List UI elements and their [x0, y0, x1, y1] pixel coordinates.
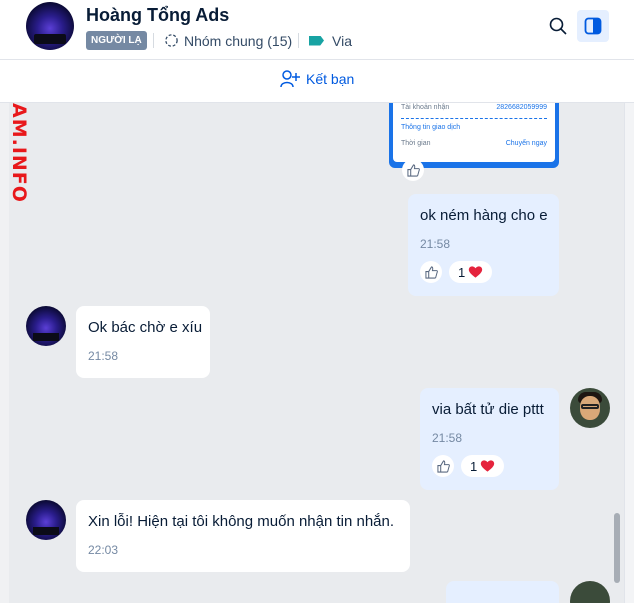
label-tag-text: Via [332, 32, 352, 49]
conversation-info-button[interactable] [577, 10, 609, 42]
transaction-section-label: Thông tin giao dịch [401, 124, 461, 131]
search-button[interactable] [542, 10, 574, 42]
contact-avatar[interactable] [26, 500, 66, 540]
message-bubble[interactable]: Ok bác chờ e xíu 21:58 [76, 306, 210, 378]
message-text: ok ném hàng cho e [420, 207, 548, 224]
message-time: 21:58 [432, 431, 463, 445]
contact-avatar[interactable] [26, 2, 74, 50]
scrollbar[interactable] [614, 513, 620, 583]
like-button[interactable] [402, 159, 424, 181]
contact-avatar[interactable] [26, 306, 66, 346]
time-value: Chuyển ngay [505, 140, 547, 147]
label-tag[interactable]: Via [309, 31, 352, 50]
message-bubble[interactable]: Xin lỗi! Hiện tại tôi không muốn nhận ti… [76, 500, 410, 572]
like-icon [424, 265, 438, 279]
my-avatar[interactable] [570, 388, 610, 428]
contact-name[interactable]: Hoàng Tổng Ads [86, 5, 229, 26]
message-list[interactable]: AM.INFO Tài khoản nhận 2826682059999 Thô… [0, 103, 634, 603]
chat-header: Hoàng Tổng Ads NGƯỜI LẠ Nhóm chung (15) … [0, 0, 634, 60]
reaction-row: 1 [432, 455, 505, 477]
transfer-screenshot-content: Tài khoản nhận 2826682059999 Thông tin g… [393, 103, 555, 162]
like-button[interactable] [420, 261, 442, 283]
add-friend-bar: Kết bạn [0, 60, 634, 103]
panel-toggle-icon [584, 17, 602, 35]
like-icon [406, 163, 420, 177]
add-friend-label: Kết bạn [306, 71, 355, 87]
dashed-divider [401, 118, 547, 119]
add-friend-button[interactable]: Kết bạn [280, 70, 354, 88]
heart-reaction[interactable]: 1 [449, 261, 493, 283]
message-bubble[interactable] [446, 581, 559, 603]
account-value: 2826682059999 [496, 104, 547, 111]
like-icon [436, 459, 450, 473]
divider [298, 33, 299, 48]
heart-icon [481, 460, 495, 472]
tag-icon [309, 35, 324, 46]
search-icon [549, 17, 567, 35]
common-groups-label: Nhóm chung (15) [184, 32, 293, 49]
group-icon [165, 34, 178, 47]
right-gutter [624, 103, 634, 603]
reaction-count: 1 [458, 264, 466, 280]
message-time: 22:03 [88, 543, 119, 557]
time-label: Thời gian [401, 140, 431, 147]
watermark: AM.INFO [8, 103, 30, 203]
reaction-count: 1 [470, 458, 478, 474]
message-text: Xin lỗi! Hiện tại tôi không muốn nhận ti… [88, 513, 395, 530]
heart-icon [469, 266, 483, 278]
divider [153, 33, 154, 48]
reaction-row: 1 [420, 261, 493, 283]
account-label: Tài khoản nhận [401, 104, 450, 111]
like-button[interactable] [432, 455, 454, 477]
message-text: via bất tử die pttt [432, 401, 544, 418]
message-time: 21:58 [88, 349, 119, 363]
my-avatar[interactable] [570, 581, 610, 603]
add-user-icon [280, 70, 300, 88]
heart-reaction[interactable]: 1 [461, 455, 505, 477]
common-groups[interactable]: Nhóm chung (15) [164, 31, 292, 50]
message-time: 21:58 [420, 237, 451, 251]
message-text: Ok bác chờ e xíu [88, 319, 203, 336]
stranger-badge: NGƯỜI LẠ [86, 31, 147, 50]
